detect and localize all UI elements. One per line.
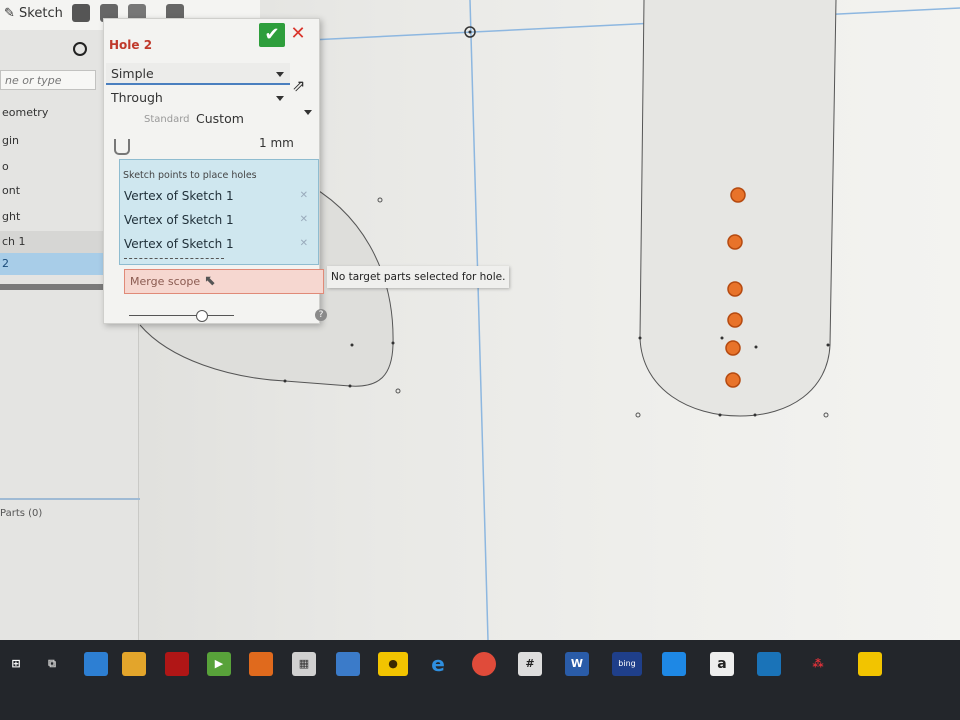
opacity-slider-thumb[interactable] [196, 310, 208, 322]
mouse-cursor-icon: ⬉ [204, 273, 216, 289]
app-icon[interactable]: ⁂ [806, 652, 830, 676]
help-icon[interactable]: ? [315, 309, 327, 321]
point-label: Vertex of Sketch 1 [124, 189, 234, 203]
slack-icon[interactable]: # [518, 652, 542, 676]
points-list-label: Sketch points to place holes [123, 170, 257, 181]
depth-input[interactable]: 1 mm [259, 136, 294, 150]
list-overflow-item [124, 258, 224, 260]
remove-icon[interactable]: ✕ [300, 234, 308, 254]
vertical-axis-line [469, 0, 489, 640]
list-item[interactable]: Vertex of Sketch 1 ✕ [124, 186, 314, 206]
stopwatch-icon[interactable] [73, 42, 87, 56]
chevron-down-icon [276, 96, 284, 101]
chevron-down-icon[interactable] [304, 110, 312, 115]
hole-depth-icon [114, 139, 130, 155]
hole-marker [730, 187, 746, 203]
file-explorer-icon[interactable] [122, 652, 146, 676]
word-icon[interactable]: W [565, 652, 589, 676]
cad-workspace: ✎ Sketch ne or type eometry gin o ont gh… [0, 0, 960, 640]
amazon-icon[interactable]: a [710, 652, 734, 676]
pin-icon[interactable]: ⇗ [292, 77, 310, 95]
opacity-slider-track[interactable] [129, 315, 234, 316]
hole-marker [727, 281, 743, 297]
remove-icon[interactable]: ✕ [300, 210, 308, 230]
hole-style-select[interactable]: Simple [106, 63, 290, 85]
music-icon[interactable] [757, 652, 781, 676]
edge-icon[interactable]: e [426, 652, 450, 676]
horizontal-axis-line [309, 7, 960, 41]
termination-value: Through [111, 90, 163, 105]
chrome-icon[interactable] [472, 652, 496, 676]
calendar-icon[interactable]: ▦ [292, 652, 316, 676]
standard-label: Standard [144, 114, 190, 125]
hole-feature-dialog: Hole 2 ✔ ✕ Simple Through ⇗ Standard Cus… [103, 18, 327, 324]
confirm-button[interactable]: ✔ [259, 23, 285, 47]
list-item[interactable]: Vertex of Sketch 1 ✕ [124, 234, 314, 254]
windows-start-icon[interactable]: ⊞ [4, 652, 28, 676]
kakaotalk-icon[interactable]: ● [378, 652, 408, 676]
cancel-button[interactable]: ✕ [290, 23, 306, 45]
netflix-icon[interactable] [165, 652, 189, 676]
standard-select[interactable]: Custom [196, 111, 244, 126]
hole-marker [727, 234, 743, 250]
task-view-icon[interactable]: ⧉ [40, 652, 64, 676]
hole-marker [725, 340, 741, 356]
store-icon[interactable] [336, 652, 360, 676]
hole-marker [725, 372, 741, 388]
app-icon[interactable] [84, 652, 108, 676]
sticky-notes-icon[interactable] [858, 652, 882, 676]
merge-scope-field[interactable]: Merge scope [124, 269, 324, 294]
taskbar: ⊞ ⧉ ▶ ▦ ● e # W bing a ⁂ [0, 640, 960, 720]
bing-icon[interactable]: bing [612, 652, 642, 676]
termination-select[interactable]: Through [106, 87, 290, 109]
hole-style-value: Simple [111, 66, 154, 81]
chevron-down-icon [276, 72, 284, 77]
whatsapp-icon[interactable] [662, 652, 686, 676]
point-label: Vertex of Sketch 1 [124, 213, 234, 227]
media-player-icon[interactable]: ▶ [207, 652, 231, 676]
sketch-points-list[interactable]: Sketch points to place holes Vertex of S… [119, 159, 319, 265]
error-tooltip: No target parts selected for hole. [327, 266, 509, 288]
hole-marker [727, 312, 743, 328]
point-label: Vertex of Sketch 1 [124, 237, 234, 251]
dialog-title: Hole 2 [109, 38, 153, 52]
app-icon[interactable] [249, 652, 273, 676]
list-item[interactable]: Vertex of Sketch 1 ✕ [124, 210, 314, 230]
remove-icon[interactable]: ✕ [300, 186, 308, 206]
